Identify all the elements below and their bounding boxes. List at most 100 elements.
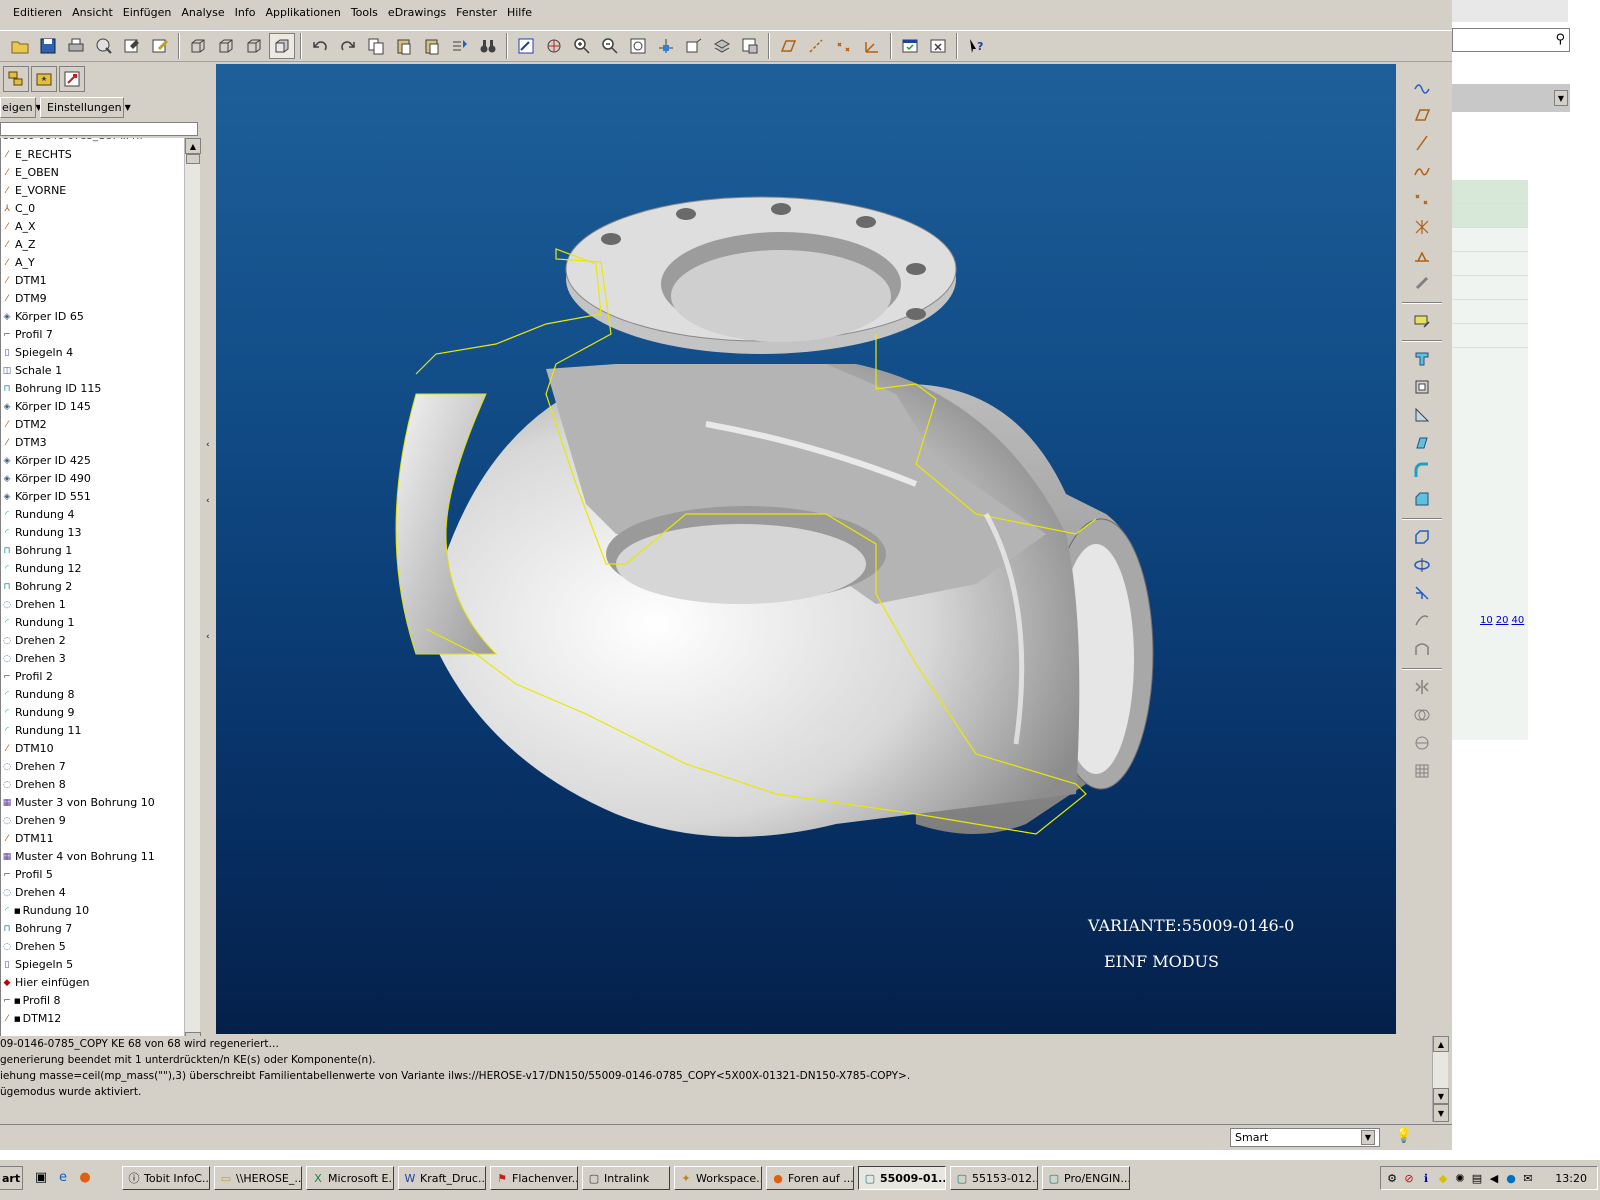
tree-item[interactable]: ◜ ■ Rundung 10 bbox=[1, 902, 184, 920]
analysis-tool-icon[interactable] bbox=[1409, 242, 1435, 268]
tree-item[interactable]: ⌐ Profil 7 bbox=[1, 326, 184, 344]
refit-icon[interactable] bbox=[625, 33, 651, 59]
tree-item[interactable]: ◜ Rundung 11 bbox=[1, 722, 184, 740]
network-icon[interactable]: ⚙ bbox=[1385, 1171, 1399, 1185]
tree-item[interactable]: ◌ Drehen 8 bbox=[1, 776, 184, 794]
tree-item[interactable]: ◜ Rundung 8 bbox=[1, 686, 184, 704]
taskbar-button[interactable]: ▢ Pro/ENGIN... bbox=[1042, 1166, 1130, 1190]
firefox-icon[interactable]: ● bbox=[76, 1168, 94, 1186]
hole-tool-icon[interactable] bbox=[1409, 346, 1435, 372]
tree-item[interactable]: ◫ Schale 1 bbox=[1, 362, 184, 380]
tree-item[interactable]: ⁄ DTM11 bbox=[1, 830, 184, 848]
tree-item[interactable]: ⁄ A_X bbox=[1, 218, 184, 236]
collapse-arrow-icon[interactable]: ‹ bbox=[206, 440, 210, 450]
globe-icon[interactable]: ● bbox=[1504, 1171, 1518, 1185]
menu-item-6[interactable]: Tools bbox=[346, 4, 383, 24]
selection-filter-select[interactable]: Smart ▼ bbox=[1230, 1128, 1380, 1147]
desktop-icon[interactable]: ▣ bbox=[32, 1168, 50, 1186]
panel-splitter[interactable]: ‹ ‹ ‹ bbox=[205, 64, 215, 1050]
internet-explorer-icon[interactable]: e bbox=[54, 1168, 72, 1186]
tree-item[interactable]: ◌ Drehen 2 bbox=[1, 632, 184, 650]
menu-item-8[interactable]: Fenster bbox=[451, 4, 502, 24]
settings-dropdown[interactable]: Einstellungen ▼ bbox=[40, 97, 131, 118]
favorites-tab-icon[interactable] bbox=[59, 66, 85, 92]
scroll-up-icon[interactable]: ▲ bbox=[185, 138, 201, 154]
wireframe-display-icon[interactable] bbox=[185, 33, 211, 59]
tree-item[interactable]: ◈ Körper ID 425 bbox=[1, 452, 184, 470]
mail-icon[interactable]: ✉ bbox=[1521, 1171, 1535, 1185]
datum-point-tool-icon[interactable] bbox=[1409, 186, 1435, 212]
menu-item-1[interactable]: Ansicht bbox=[67, 4, 118, 24]
tree-item[interactable]: ⁄ DTM2 bbox=[1, 416, 184, 434]
context-help-icon[interactable]: ? bbox=[963, 33, 989, 59]
model-tree-tab-icon[interactable] bbox=[3, 66, 29, 92]
saved-views-icon[interactable] bbox=[681, 33, 707, 59]
taskbar-button[interactable]: ▢ Intralink bbox=[582, 1166, 670, 1190]
taskbar-button[interactable]: ⚑ Flachenver... bbox=[490, 1166, 578, 1190]
page-size-link-40[interactable]: 40 bbox=[1511, 615, 1524, 626]
datum-planes-toggle-icon[interactable] bbox=[775, 33, 801, 59]
table-row[interactable] bbox=[1452, 252, 1528, 276]
search-binoculars-icon[interactable] bbox=[475, 33, 501, 59]
sketch-tool-icon[interactable] bbox=[1409, 308, 1435, 334]
collapse-arrow-icon[interactable]: ‹ bbox=[206, 496, 210, 506]
tree-item[interactable]: ⊓ Bohrung 7 bbox=[1, 920, 184, 938]
lightbulb-icon[interactable]: 💡 bbox=[1395, 1128, 1412, 1144]
merge-tool-icon[interactable] bbox=[1409, 702, 1435, 728]
table-row[interactable] bbox=[1452, 324, 1528, 348]
tree-item[interactable]: ⌐ Profil 5 bbox=[1, 866, 184, 884]
printer-tray-icon[interactable]: ▤ bbox=[1470, 1171, 1484, 1185]
scroll-end-icon[interactable]: ▼ bbox=[1433, 1104, 1449, 1122]
sun-tray-icon[interactable]: ✺ bbox=[1453, 1171, 1467, 1185]
tree-item[interactable]: ⊓ Bohrung 1 bbox=[1, 542, 184, 560]
tree-item[interactable]: ◌ Drehen 1 bbox=[1, 596, 184, 614]
search-input[interactable]: ⚲ bbox=[1452, 28, 1570, 52]
chamfer-tool-icon[interactable] bbox=[1409, 486, 1435, 512]
table-row[interactable] bbox=[1452, 276, 1528, 300]
menu-item-7[interactable]: eDrawings bbox=[383, 4, 451, 24]
hidden-line-icon[interactable] bbox=[213, 33, 239, 59]
draft-tool-icon[interactable] bbox=[1409, 430, 1435, 456]
paste-icon[interactable] bbox=[391, 33, 417, 59]
menu-item-9[interactable]: Hilfe bbox=[502, 4, 537, 24]
tree-item[interactable]: ◈ Körper ID 65 bbox=[1, 308, 184, 326]
zoom-out-icon[interactable] bbox=[597, 33, 623, 59]
tree-item[interactable]: ▦ Muster 3 von Bohrung 10 bbox=[1, 794, 184, 812]
copy-icon[interactable] bbox=[363, 33, 389, 59]
extrude-tool-icon[interactable] bbox=[1409, 524, 1435, 550]
redo-icon[interactable] bbox=[335, 33, 361, 59]
tree-item[interactable]: ▦ Muster 4 von Bohrung 11 bbox=[1, 848, 184, 866]
menu-item-4[interactable]: Info bbox=[230, 4, 261, 24]
collapse-arrow-icon[interactable]: ‹ bbox=[206, 632, 210, 642]
table-row[interactable] bbox=[1452, 180, 1528, 204]
orient-icon[interactable] bbox=[653, 33, 679, 59]
tree-item[interactable]: ⁄ A_Y bbox=[1, 254, 184, 272]
antivirus-icon[interactable]: ⊘ bbox=[1402, 1171, 1416, 1185]
volume-icon[interactable]: ◀ bbox=[1487, 1171, 1501, 1185]
tree-item[interactable]: ⅄ C_0 bbox=[1, 200, 184, 218]
zoom-in-icon[interactable] bbox=[569, 33, 595, 59]
tree-item[interactable]: ⊓ Bohrung ID 115 bbox=[1, 380, 184, 398]
shading-icon[interactable] bbox=[269, 33, 295, 59]
no-hidden-icon[interactable] bbox=[241, 33, 267, 59]
search-icon[interactable]: ⚲ bbox=[1555, 32, 1565, 47]
tree-item[interactable]: ◜ Rundung 9 bbox=[1, 704, 184, 722]
layers-icon[interactable] bbox=[709, 33, 735, 59]
reference-tool-icon[interactable] bbox=[1409, 270, 1435, 296]
datum-axes-toggle-icon[interactable] bbox=[803, 33, 829, 59]
tree-item[interactable]: ⁄ E_OBEN bbox=[1, 164, 184, 182]
taskbar-button[interactable]: X Microsoft E... bbox=[306, 1166, 394, 1190]
page-size-link-10[interactable]: 10 bbox=[1480, 615, 1493, 626]
tree-item[interactable]: ◌ Drehen 9 bbox=[1, 812, 184, 830]
tree-item[interactable]: ▯ Spiegeln 4 bbox=[1, 344, 184, 362]
window-activate-icon[interactable] bbox=[897, 33, 923, 59]
undo-icon[interactable] bbox=[307, 33, 333, 59]
page-size-link-20[interactable]: 20 bbox=[1496, 615, 1509, 626]
show-dropdown[interactable]: eigen ▼ bbox=[0, 97, 42, 118]
tree-item[interactable]: ⁄ A_Z bbox=[1, 236, 184, 254]
tree-item[interactable]: ⁄ DTM10 bbox=[1, 740, 184, 758]
tree-item[interactable]: ◜ Rundung 12 bbox=[1, 560, 184, 578]
table-row[interactable] bbox=[1452, 300, 1528, 324]
boundary-blend-icon[interactable] bbox=[1409, 636, 1435, 662]
tree-item[interactable]: ◈ Körper ID 145 bbox=[1, 398, 184, 416]
